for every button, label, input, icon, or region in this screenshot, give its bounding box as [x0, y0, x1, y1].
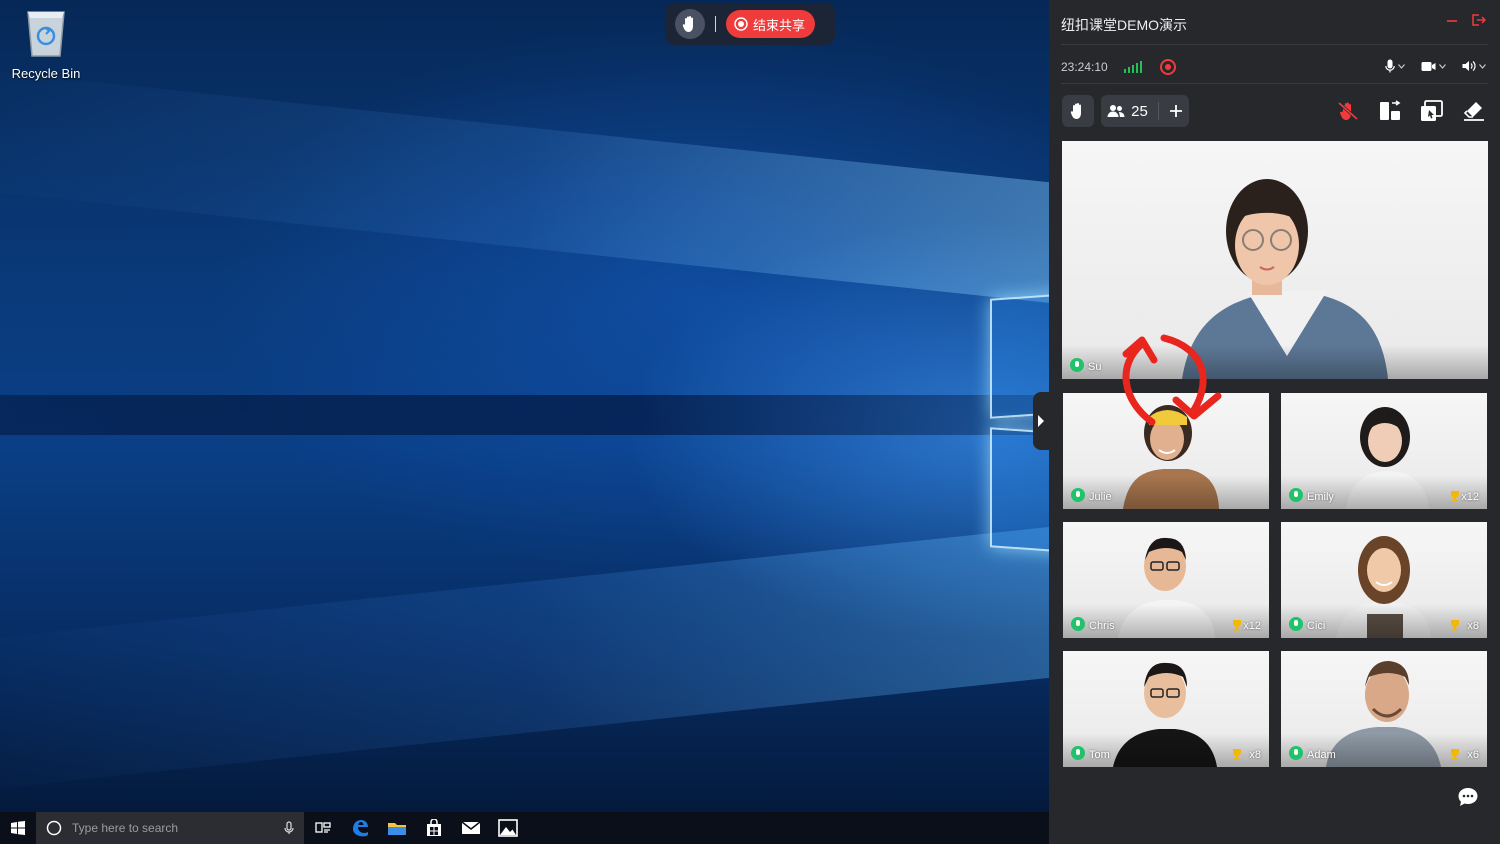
recycle-bin-label: Recycle Bin [11, 66, 81, 81]
store-button[interactable] [415, 812, 452, 844]
participants-button[interactable]: 25 [1101, 95, 1189, 127]
mic-on-icon [1289, 617, 1303, 631]
mic-on-icon [1071, 746, 1085, 760]
screen-share-toolbar: 结束共享 [665, 3, 835, 45]
clear-annotations-icon[interactable] [1462, 100, 1486, 122]
windows-start-icon [11, 821, 25, 835]
task-view-button[interactable] [304, 812, 341, 844]
mic-on-icon [1289, 488, 1303, 502]
plus-icon[interactable] [1169, 104, 1183, 118]
desktop-wallpaper: Recycle Bin 结束共享 [0, 0, 1049, 812]
trophy-icon [1451, 620, 1459, 631]
trophy-count: x12 [1243, 620, 1261, 632]
participant-name: Cici [1307, 620, 1326, 632]
start-button[interactable] [0, 812, 36, 844]
mail-button[interactable] [452, 812, 489, 844]
trophy-count: x8 [1467, 620, 1479, 632]
collapse-panel-tab[interactable] [1033, 392, 1049, 450]
edge-browser-button[interactable] [341, 812, 378, 844]
divider [1157, 102, 1159, 120]
microphone-icon[interactable] [284, 821, 294, 835]
camera-dropdown[interactable] [1421, 61, 1446, 72]
av-controls [1385, 59, 1486, 73]
divider [1061, 83, 1488, 84]
photos-icon [497, 819, 518, 837]
trophy-count: x8 [1249, 749, 1261, 761]
signal-strength-icon [1124, 61, 1142, 73]
student-video-tile[interactable]: Cici x8 [1281, 522, 1487, 638]
mute-all-icon[interactable] [1336, 100, 1360, 122]
chevron-right-icon [1038, 415, 1044, 427]
mail-envelope-icon [461, 821, 480, 834]
microphone-dropdown[interactable] [1385, 59, 1405, 73]
camera-icon [1421, 61, 1436, 71]
trophy-count: x6 [1467, 749, 1479, 761]
student-video-tile[interactable]: Tom x8 [1063, 651, 1269, 767]
speaker-dropdown[interactable] [1462, 60, 1486, 72]
participant-name: Chris [1089, 620, 1115, 632]
mic-on-icon [1071, 488, 1085, 502]
edge-icon [352, 820, 368, 837]
divider [1061, 44, 1488, 45]
participant-count: 25 [1131, 102, 1148, 120]
classroom-toolbar: 25 [1062, 95, 1486, 127]
toolbar-divider [715, 16, 716, 32]
chevron-down-icon [1439, 63, 1446, 69]
end-share-label: 结束共享 [753, 17, 806, 33]
participant-name: Julie [1089, 491, 1112, 503]
folder-icon [387, 823, 406, 835]
chat-button[interactable] [1457, 787, 1479, 812]
store-bag-icon [426, 819, 441, 836]
mic-on-icon [1070, 358, 1084, 372]
screen-share-icon[interactable] [1420, 100, 1444, 122]
participant-name: Tom [1089, 749, 1110, 761]
chat-bubble-icon [1458, 788, 1478, 806]
wallpaper-light-beam [0, 520, 1049, 796]
record-stop-icon [734, 17, 748, 31]
panel-title: 纽扣课堂DEMO演示 [1061, 17, 1187, 33]
swap-arrows-icon [1122, 334, 1222, 426]
search-placeholder: Type here to search [72, 821, 179, 835]
cortana-circle-icon [46, 820, 62, 836]
trophy-icon [1451, 749, 1459, 760]
student-video-tile[interactable]: Chris x12 [1063, 522, 1269, 638]
raise-hand-button[interactable] [1062, 95, 1094, 127]
class-timer: 23:24:10 [1061, 60, 1108, 74]
mic-on-icon [1071, 617, 1085, 631]
wallpaper-light-beam [0, 64, 1049, 310]
people-icon [1107, 105, 1125, 117]
exit-icon[interactable] [1472, 14, 1486, 26]
trophy-icon [1233, 749, 1241, 760]
photos-button[interactable] [489, 812, 526, 844]
trophy-count: x12 [1461, 491, 1479, 503]
minimize-icon[interactable] [1446, 14, 1458, 26]
chevron-down-icon [1479, 63, 1486, 69]
raise-hand-button[interactable] [675, 9, 705, 39]
student-video-tile[interactable]: Emily x12 [1281, 393, 1487, 509]
trophy-icon [1233, 620, 1241, 631]
microphone-icon [1385, 59, 1395, 73]
participant-name: Su [1088, 361, 1102, 373]
teacher-tools [1336, 95, 1486, 127]
taskbar-search-box[interactable]: Type here to search [36, 812, 304, 844]
speaker-icon [1462, 61, 1476, 71]
end-share-button[interactable]: 结束共享 [726, 10, 816, 38]
student-video-tile[interactable]: Adam x6 [1281, 651, 1487, 767]
file-explorer-button[interactable] [378, 812, 415, 844]
taskbar: Type here to search [0, 812, 1049, 844]
recycle-bin-icon [24, 6, 68, 58]
trophy-icon [1451, 491, 1459, 502]
hand-icon [1070, 103, 1081, 119]
hand-icon [682, 16, 693, 32]
recycle-bin-shortcut[interactable]: Recycle Bin [6, 6, 86, 81]
chevron-down-icon [1398, 63, 1405, 69]
window-controls [1446, 14, 1486, 26]
task-view-icon [314, 822, 331, 833]
participant-name: Emily [1307, 491, 1334, 503]
recording-icon[interactable] [1160, 59, 1176, 75]
layout-switch-icon[interactable] [1378, 100, 1402, 122]
mic-on-icon [1289, 746, 1303, 760]
wallpaper-dark-band [0, 395, 1049, 435]
participant-name: Adam [1307, 749, 1336, 761]
